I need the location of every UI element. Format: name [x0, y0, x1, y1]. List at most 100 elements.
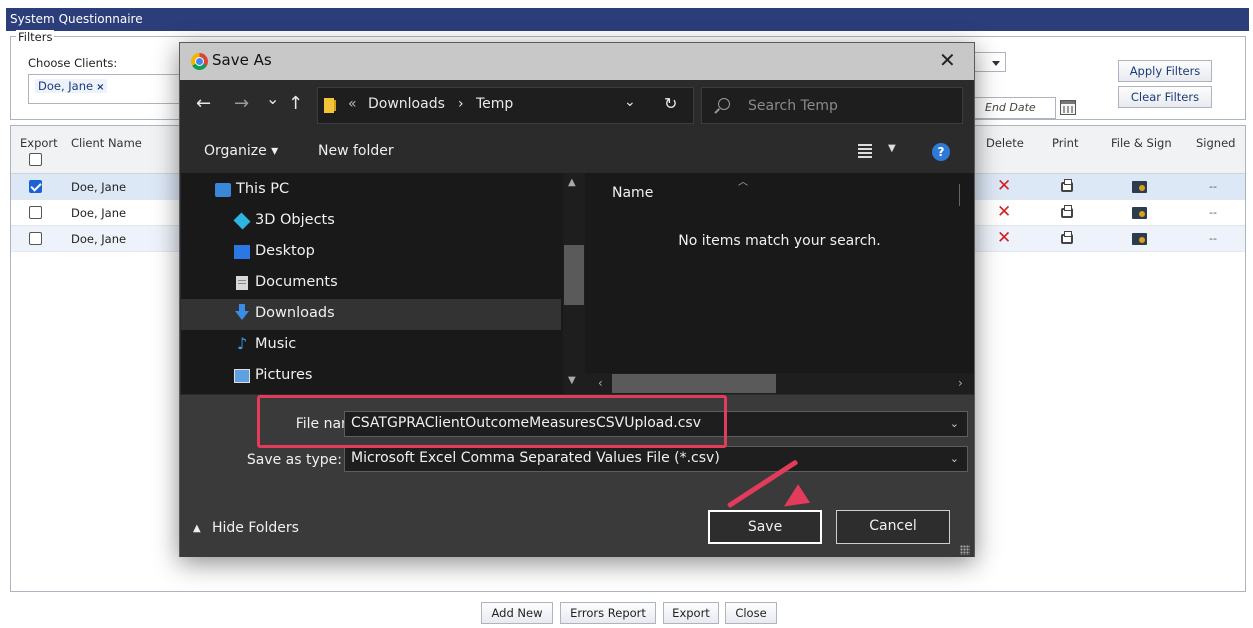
- row-signed: --: [1209, 206, 1217, 219]
- view-caret-icon[interactable]: ▼: [888, 143, 896, 154]
- 3d-objects-icon: [233, 212, 251, 230]
- column-divider[interactable]: [959, 184, 960, 206]
- row-checkbox[interactable]: [29, 206, 42, 219]
- view-options-icon[interactable]: [858, 144, 872, 158]
- scroll-up-icon[interactable]: ▲: [568, 177, 576, 188]
- resize-grip[interactable]: [960, 545, 970, 555]
- folder-icon: [324, 98, 336, 113]
- file-sign-icon[interactable]: [1132, 207, 1147, 219]
- breadcrumb-separator: ›: [458, 96, 464, 112]
- search-input[interactable]: [748, 95, 948, 117]
- chevron-up-icon[interactable]: ▲: [193, 523, 201, 534]
- nav-item-desktop[interactable]: Desktop: [181, 237, 561, 268]
- select-all-checkbox[interactable]: [29, 153, 42, 166]
- printer-icon[interactable]: [1061, 231, 1073, 244]
- header-print: Print: [1052, 136, 1079, 150]
- save-button[interactable]: Save: [708, 510, 822, 544]
- header-export: Export: [20, 136, 58, 150]
- delete-icon[interactable]: ✕: [997, 228, 1011, 248]
- row-checkbox[interactable]: [29, 180, 42, 193]
- pictures-icon: [234, 369, 250, 383]
- calendar-icon[interactable]: [1060, 100, 1076, 115]
- breadcrumb-temp[interactable]: Temp: [476, 96, 513, 112]
- app-title: System Questionnaire: [10, 12, 143, 26]
- nav-item-pictures[interactable]: Pictures: [181, 361, 561, 392]
- search-box[interactable]: [701, 87, 963, 124]
- close-button[interactable]: Close: [725, 602, 777, 624]
- nav-item-music[interactable]: ♪ Music: [181, 330, 561, 361]
- refresh-icon[interactable]: ↻: [664, 94, 677, 113]
- chevron-down-icon: [992, 61, 1000, 66]
- file-sign-icon[interactable]: [1132, 181, 1147, 193]
- clients-multiselect[interactable]: Doe, Jane ×: [28, 74, 180, 104]
- search-icon: [718, 98, 730, 110]
- dialog-toolbar: [180, 131, 974, 173]
- recent-locations-icon[interactable]: ⌄: [266, 89, 279, 108]
- nav-item-this-pc[interactable]: This PC: [181, 175, 561, 206]
- row-client-name: Doe, Jane: [71, 180, 127, 194]
- add-new-button[interactable]: Add New: [481, 602, 553, 624]
- chevron-down-icon[interactable]: ⌄: [950, 417, 959, 430]
- help-icon[interactable]: ?: [932, 143, 950, 161]
- save-as-type-select[interactable]: Microsoft Excel Comma Separated Values F…: [344, 446, 968, 472]
- app-title-bar: System Questionnaire: [6, 8, 1249, 31]
- delete-icon[interactable]: ✕: [997, 202, 1011, 222]
- file-list-pane: [585, 173, 974, 394]
- scroll-left-icon[interactable]: ‹: [598, 376, 603, 390]
- empty-message: No items match your search.: [678, 233, 881, 249]
- errors-report-button[interactable]: Errors Report: [560, 602, 656, 624]
- printer-icon[interactable]: [1061, 179, 1073, 192]
- row-client-name: Doe, Jane: [71, 206, 127, 220]
- apply-filters-button[interactable]: Apply Filters: [1118, 60, 1212, 82]
- row-signed: --: [1209, 180, 1217, 193]
- hide-folders-button[interactable]: Hide Folders: [212, 520, 299, 536]
- choose-clients-label: Choose Clients:: [28, 56, 118, 70]
- back-arrow-icon[interactable]: ←: [196, 93, 211, 114]
- save-as-type-value: Microsoft Excel Comma Separated Values F…: [351, 450, 720, 466]
- organize-menu[interactable]: Organize ▾: [204, 143, 278, 159]
- nav-item-3d-objects[interactable]: 3D Objects: [181, 206, 561, 237]
- nav-item-label: Music: [255, 336, 297, 352]
- desktop-icon: [234, 245, 250, 259]
- dialog-title-bar[interactable]: Save As ✕: [180, 43, 974, 80]
- printer-icon[interactable]: [1061, 205, 1073, 218]
- scroll-down-icon[interactable]: ▼: [568, 375, 576, 386]
- new-folder-button[interactable]: New folder: [318, 143, 394, 159]
- dialog-title: Save As: [212, 51, 272, 69]
- nav-item-documents[interactable]: Documents: [181, 268, 561, 299]
- header-file-sign: File & Sign: [1111, 136, 1172, 150]
- close-icon[interactable]: ✕: [939, 48, 956, 72]
- chevron-down-icon[interactable]: ⌄: [950, 452, 959, 465]
- filter-dropdown[interactable]: [970, 52, 1006, 72]
- file-sign-icon[interactable]: [1132, 233, 1147, 245]
- column-header-name[interactable]: Name: [612, 185, 653, 201]
- navigation-pane: This PC 3D Objects Desktop Documents Dow…: [181, 173, 564, 394]
- row-checkbox[interactable]: [29, 232, 42, 245]
- file-name-highlight: [257, 395, 727, 448]
- computer-icon: [215, 183, 231, 197]
- header-delete: Delete: [986, 136, 1024, 150]
- forward-arrow-icon[interactable]: →: [234, 93, 249, 114]
- nav-item-label: 3D Objects: [255, 212, 335, 228]
- cancel-button[interactable]: Cancel: [836, 510, 950, 544]
- end-date-field[interactable]: End Date: [970, 97, 1056, 119]
- scroll-right-icon[interactable]: ›: [958, 376, 963, 390]
- nav-scrollbar-thumb[interactable]: [564, 245, 584, 305]
- address-bar[interactable]: « Downloads › Temp ⌄ ↻: [317, 87, 694, 124]
- nav-item-label: Documents: [255, 274, 338, 290]
- address-dropdown-icon[interactable]: ⌄: [624, 94, 636, 110]
- up-arrow-icon[interactable]: ↑: [288, 93, 303, 114]
- nav-item-downloads[interactable]: Downloads: [181, 299, 561, 330]
- horizontal-scrollbar-thumb[interactable]: [612, 374, 776, 393]
- clear-filters-button[interactable]: Clear Filters: [1118, 86, 1212, 108]
- sort-caret-icon: ︿: [738, 177, 748, 188]
- header-client-name[interactable]: Client Name: [71, 136, 142, 150]
- breadcrumb-downloads[interactable]: Downloads: [368, 96, 445, 112]
- export-button[interactable]: Export: [663, 602, 719, 624]
- chrome-icon: [191, 53, 208, 70]
- chip-remove-icon[interactable]: ×: [96, 82, 104, 93]
- save-as-dialog: Save As ✕ ← → ⌄ ↑ « Downloads › Temp ⌄ ↻…: [179, 42, 975, 557]
- delete-icon[interactable]: ✕: [997, 176, 1011, 196]
- breadcrumb-overflow[interactable]: «: [348, 96, 357, 112]
- music-icon: ♪: [237, 334, 248, 353]
